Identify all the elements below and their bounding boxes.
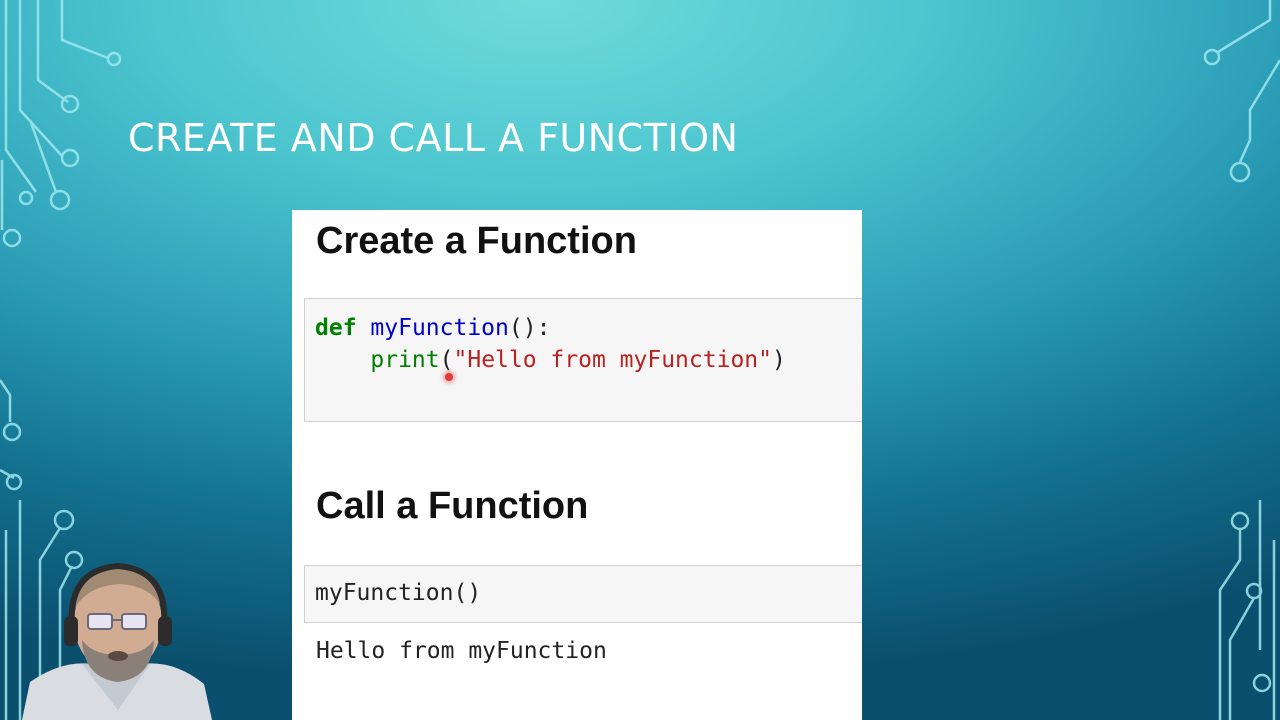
keyword-def: def <box>315 315 357 341</box>
code-line-def: def myFunction(): <box>315 315 550 341</box>
code-cell-call[interactable]: myFunction() <box>304 565 862 623</box>
code-cell-define[interactable]: def myFunction(): print("Hello from myFu… <box>304 298 862 422</box>
presenter-webcam <box>22 562 212 720</box>
code-line-print: print("Hello from myFunction") <box>370 347 786 373</box>
function-name: myFunction <box>370 315 509 341</box>
code-punctuation: (): <box>508 315 551 341</box>
notebook-screenshot: Create a Function def myFunction(): prin… <box>292 210 862 720</box>
code-line-call: myFunction() <box>315 580 482 606</box>
builtin-print: print <box>370 347 440 373</box>
mouse-cursor-highlight <box>445 373 453 381</box>
heading-call-function: Call a Function <box>316 485 589 527</box>
slide-title: CREATE AND CALL A FUNCTION <box>128 116 739 160</box>
string-literal: "Hello from myFunction" <box>453 347 773 373</box>
heading-create-function: Create a Function <box>316 220 637 262</box>
circuit-decoration-right <box>1203 0 1280 720</box>
cell-output: Hello from myFunction <box>316 638 607 664</box>
